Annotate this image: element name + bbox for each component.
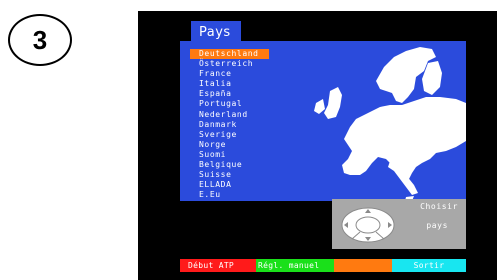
hint-line-1: Choisir xyxy=(420,202,458,211)
cyan-button-exit[interactable]: Sortir xyxy=(392,259,466,272)
color-button-bar: Début ATP Régl. manuel Sortir xyxy=(180,259,466,272)
country-item-danmark[interactable]: Danmark xyxy=(190,120,269,130)
country-item-portugal[interactable]: Portugal xyxy=(190,99,269,109)
tv-screen: Deutschland Österreich France Italia Esp… xyxy=(138,11,497,280)
green-button-manual-setup[interactable]: Régl. manuel xyxy=(256,259,334,272)
country-item-ellada[interactable]: ELLADA xyxy=(190,180,269,190)
country-item-e-eu[interactable]: E.Eu xyxy=(190,190,269,200)
country-item-espana[interactable]: España xyxy=(190,89,269,99)
country-item-osterreich[interactable]: Österreich xyxy=(190,59,269,69)
country-item-italia[interactable]: Italia xyxy=(190,79,269,89)
country-panel: Deutschland Österreich France Italia Esp… xyxy=(180,41,466,201)
hint-line-2: pays xyxy=(426,221,448,230)
country-item-suisse[interactable]: Suisse xyxy=(190,170,269,180)
country-list: Deutschland Österreich France Italia Esp… xyxy=(190,49,269,200)
country-item-deutschland[interactable]: Deutschland xyxy=(190,49,269,60)
yellow-button[interactable] xyxy=(334,259,392,272)
country-item-suomi[interactable]: Suomi xyxy=(190,150,269,160)
step-number-badge: 3 xyxy=(8,14,72,66)
navigation-hint-box: Choisir pays xyxy=(332,199,466,249)
country-item-sverige[interactable]: Sverige xyxy=(190,130,269,140)
country-item-france[interactable]: France xyxy=(190,69,269,79)
country-item-norge[interactable]: Norge xyxy=(190,140,269,150)
screen-title: Pays xyxy=(191,21,241,44)
red-button-start-atp[interactable]: Début ATP xyxy=(180,259,256,272)
step-number: 3 xyxy=(32,24,48,55)
country-item-belgique[interactable]: Belgique xyxy=(190,160,269,170)
dpad-icon xyxy=(341,207,395,243)
country-item-nederland[interactable]: Nederland xyxy=(190,110,269,120)
